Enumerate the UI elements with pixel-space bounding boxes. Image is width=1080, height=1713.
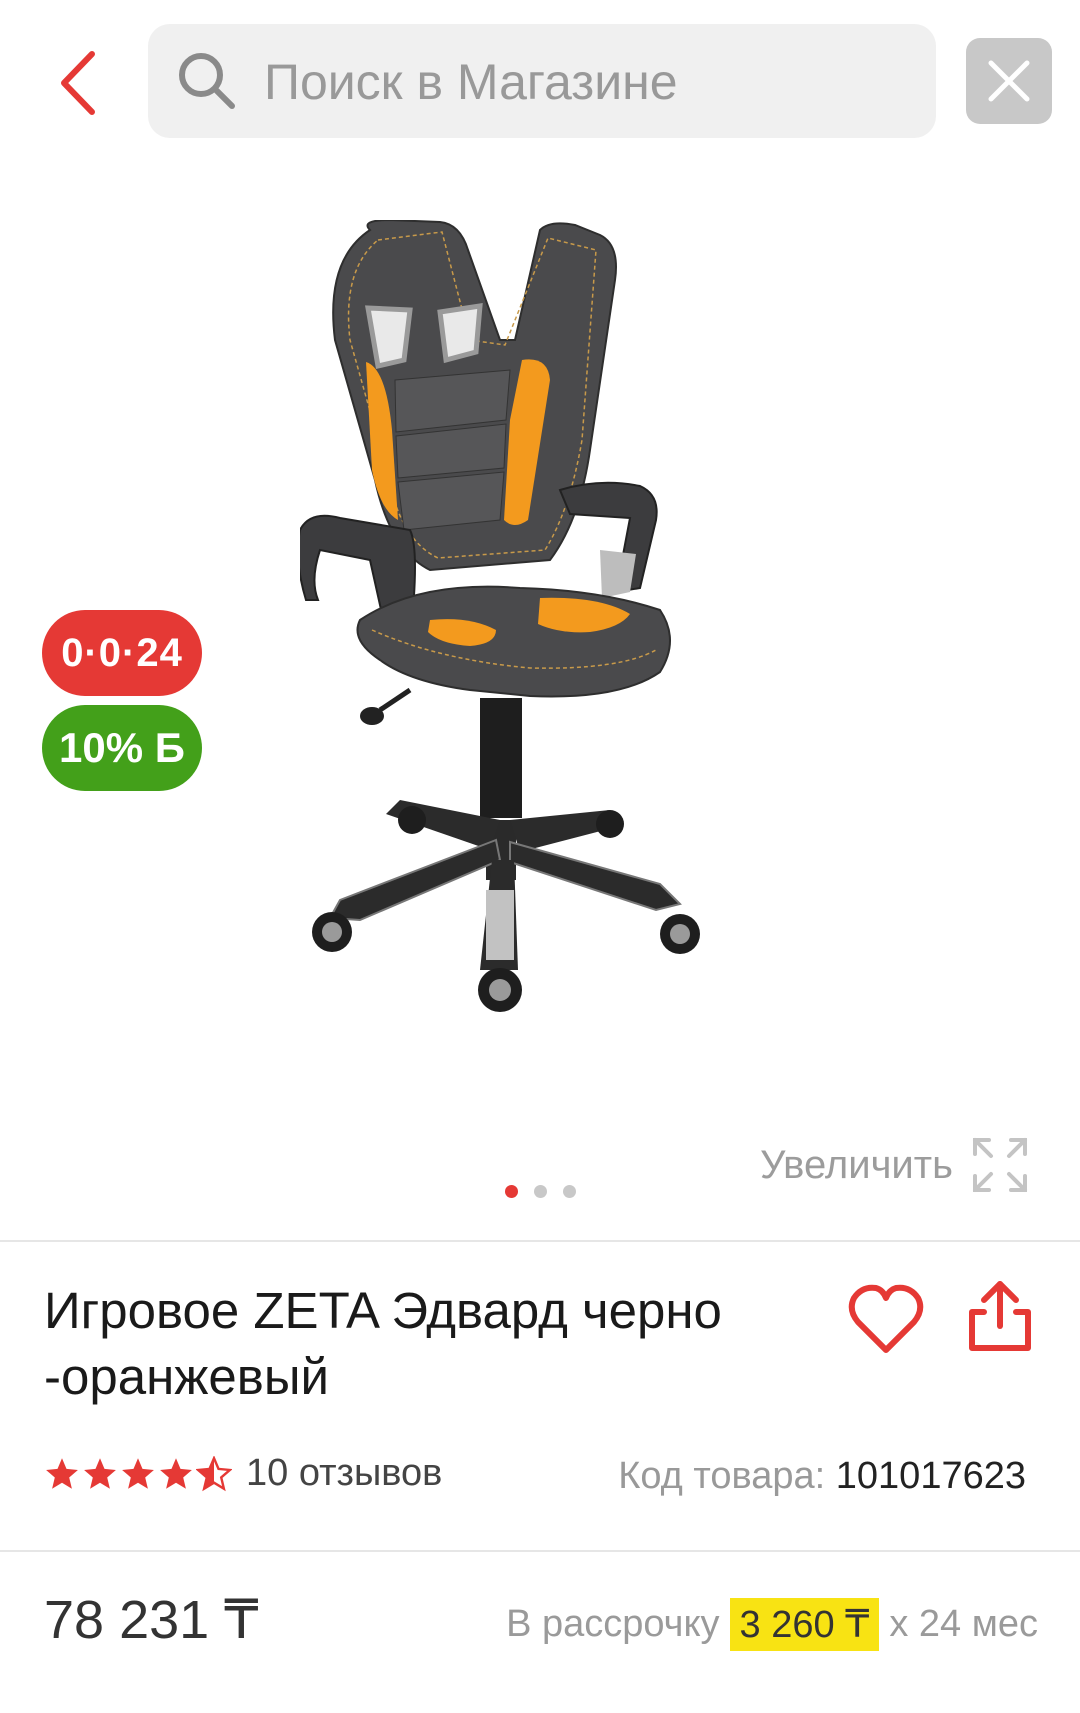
- slide-indicator: [0, 1185, 1080, 1198]
- slide-dot-active[interactable]: [504, 1185, 518, 1198]
- star-half-icon: [196, 1455, 232, 1491]
- installment-amount: 3 260 ₸: [729, 1598, 880, 1651]
- star-icon: [84, 1457, 116, 1489]
- product-image-gaming-chair[interactable]: [300, 220, 780, 1080]
- installment-badge: 0·0·24: [42, 610, 202, 696]
- favorite-button[interactable]: [846, 1280, 926, 1360]
- star-icon: [46, 1457, 78, 1489]
- star-icon: [122, 1457, 154, 1489]
- top-bar: [0, 0, 1080, 150]
- reviews-count: 10 отзывов: [246, 1452, 443, 1494]
- rating-reviews-link[interactable]: 10 отзывов: [44, 1452, 442, 1495]
- heart-icon: [848, 1284, 924, 1353]
- installment-prefix: В рассрочку: [506, 1603, 720, 1645]
- product-gallery[interactable]: 0·0·24 10% Б Увеличить: [0, 150, 1080, 1240]
- star-icon: [160, 1457, 192, 1489]
- product-code-label: Код товара:: [618, 1455, 826, 1497]
- search-input[interactable]: [264, 52, 904, 112]
- product-title: Игровое ZETA Эдвард черно -оранжевый: [44, 1282, 722, 1405]
- installment-info[interactable]: В рассрочку 3 260 ₸ х 24 мес: [506, 1598, 1038, 1651]
- rating-stars: [44, 1455, 232, 1492]
- product-price: 78 231 ₸: [44, 1590, 259, 1650]
- search-bar[interactable]: [148, 24, 936, 138]
- divider: [0, 1240, 1080, 1242]
- clear-search-button[interactable]: [966, 38, 1052, 124]
- bonus-badge: 10% Б: [42, 705, 202, 791]
- search-icon: [179, 53, 235, 109]
- share-icon: [969, 1281, 1031, 1351]
- slide-dot[interactable]: [562, 1185, 576, 1198]
- divider: [0, 1550, 1080, 1552]
- zoom-label: Увеличить: [760, 1142, 953, 1187]
- chevron-left-icon: [61, 51, 95, 115]
- product-code-value: 101017623: [835, 1455, 1026, 1497]
- slide-dot[interactable]: [533, 1185, 547, 1198]
- installment-term: х 24 мес: [889, 1603, 1038, 1645]
- back-button[interactable]: [52, 48, 112, 118]
- product-code: Код товара: 101017623: [618, 1455, 1026, 1498]
- close-icon: [988, 60, 1030, 102]
- share-button[interactable]: [962, 1276, 1038, 1356]
